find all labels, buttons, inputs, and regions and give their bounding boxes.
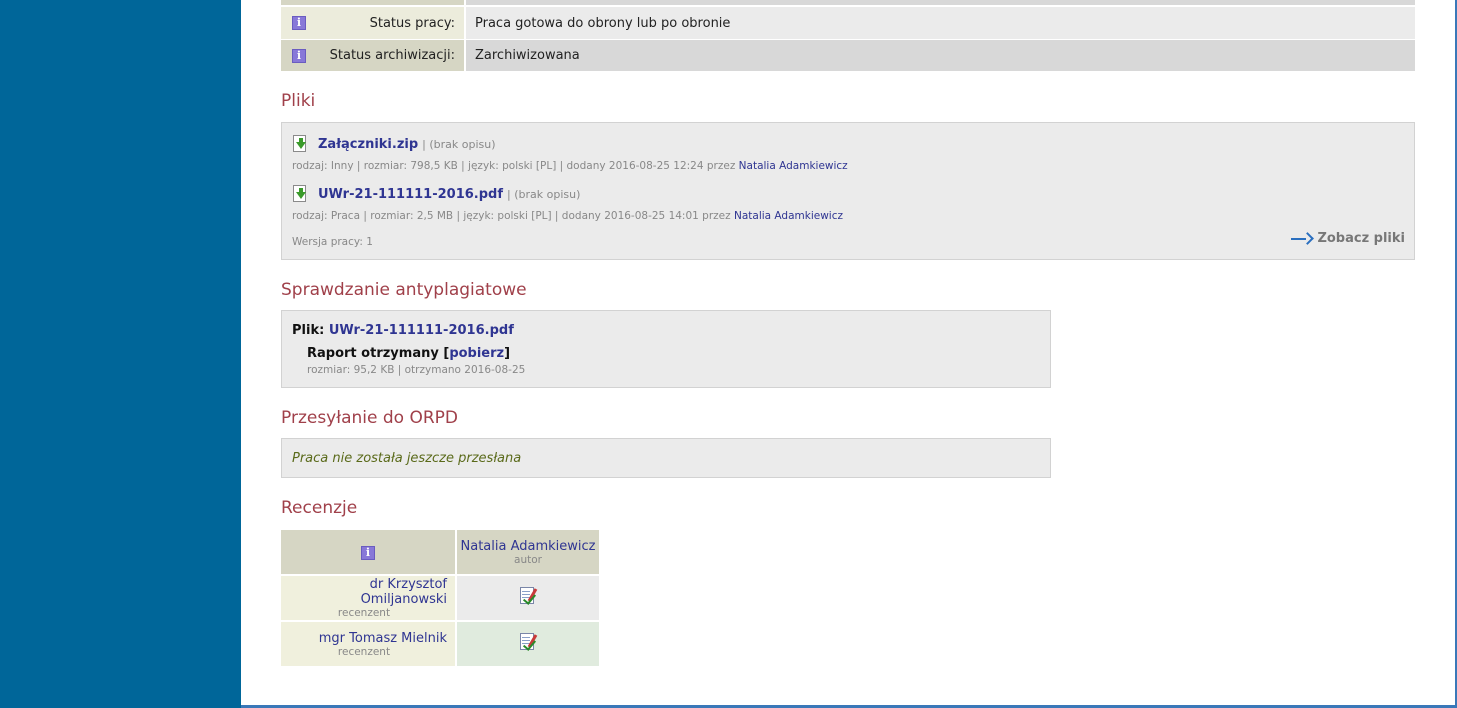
previous-row-stub	[281, 0, 1415, 5]
info-icon[interactable]: i	[361, 545, 375, 560]
orpd-message: Praca nie została jeszcze przesłana	[292, 451, 522, 466]
antiplagiarism-heading: Sprawdzanie antyplagiatowe	[281, 280, 527, 300]
antiplagiarism-file-link[interactable]: UWr-21-111111-2016.pdf	[329, 323, 514, 338]
status-row-work: i Status pracy: Praca gotowa do obrony l…	[281, 7, 1415, 39]
orpd-box: Praca nie została jeszcze przesłana	[281, 438, 1051, 478]
review-cell	[457, 576, 599, 620]
status-value: Zarchiwizowana	[466, 40, 1415, 71]
info-icon[interactable]: i	[292, 16, 306, 30]
status-label-cell: i Status pracy:	[281, 7, 466, 39]
file-meta-text: rodzaj: Praca | rozmiar: 2,5 MB | język:…	[292, 210, 731, 222]
status-value: Praca gotowa do obrony lub po obronie	[466, 7, 1415, 39]
file-author-link[interactable]: Natalia Adamkiewicz	[734, 210, 843, 222]
file-link[interactable]: Załączniki.zip	[318, 137, 418, 152]
file-description: | (brak opisu)	[507, 187, 581, 201]
reviewer-name-link[interactable]: mgr Tomasz Mielnik	[281, 631, 447, 646]
status-label: Status archiwizacji:	[329, 48, 455, 63]
file-meta-text: rodzaj: Inny | rozmiar: 798,5 KB | język…	[292, 160, 736, 172]
report-status: Raport otrzymany	[307, 346, 439, 361]
reviewer-name-link[interactable]: dr Krzysztof Omiljanowski	[281, 577, 447, 607]
file-author-link[interactable]: Natalia Adamkiewicz	[739, 160, 848, 172]
reviewer-cell: dr Krzysztof Omiljanowski recenzent	[281, 576, 455, 620]
reviews-heading: Recenzje	[281, 498, 358, 518]
author-role: autor	[514, 553, 542, 566]
file-description: | (brak opisu)	[422, 137, 496, 151]
file-meta: rodzaj: Inny | rozmiar: 798,5 KB | język…	[292, 160, 848, 172]
info-icon[interactable]: i	[292, 48, 306, 63]
author-name-link[interactable]: Natalia Adamkiewicz	[457, 539, 599, 554]
report-line: Raport otrzymany [pobierz]	[307, 346, 510, 361]
download-file-icon	[293, 135, 307, 153]
files-heading: Pliki	[281, 91, 316, 111]
review-document-icon[interactable]	[518, 632, 538, 652]
bracket-close: ]	[504, 346, 511, 361]
reviewer-row: mgr Tomasz Mielnik recenzent	[281, 622, 599, 666]
reviews-table: i Natalia Adamkiewicz autor dr Krzysztof…	[279, 528, 601, 668]
files-box: Załączniki.zip | (brak opisu) rodzaj: In…	[281, 122, 1415, 260]
file-label: Plik:	[292, 323, 325, 338]
arrow-right-icon	[1291, 231, 1315, 245]
file-meta: rodzaj: Praca | rozmiar: 2,5 MB | język:…	[292, 210, 843, 222]
see-files-link[interactable]: Zobacz pliki	[1291, 231, 1405, 246]
status-label: Status pracy:	[369, 15, 455, 31]
orpd-heading: Przesyłanie do ORPD	[281, 408, 458, 428]
reviews-header-corner: i	[281, 530, 455, 574]
author-header: Natalia Adamkiewicz autor	[457, 530, 599, 574]
reviewer-role: recenzent	[337, 607, 391, 619]
reviewer-cell: mgr Tomasz Mielnik recenzent	[281, 622, 455, 666]
download-file-icon	[293, 185, 307, 203]
download-report-link[interactable]: pobierz	[449, 346, 504, 361]
review-document-icon[interactable]	[518, 586, 538, 606]
reviewer-role: recenzent	[337, 645, 391, 658]
status-label-cell: i Status archiwizacji:	[281, 40, 466, 71]
see-files-label: Zobacz pliki	[1317, 231, 1405, 246]
report-meta: rozmiar: 95,2 KB | otrzymano 2016-08-25	[307, 364, 526, 376]
left-sidebar	[0, 0, 241, 708]
reviews-header-row: i Natalia Adamkiewicz autor	[281, 530, 599, 574]
status-row-archive: i Status archiwizacji: Zarchiwizowana	[281, 40, 1415, 71]
work-version: Wersja pracy: 1	[292, 236, 373, 248]
antiplagiarism-box: Plik: UWr-21-111111-2016.pdf Raport otrz…	[281, 310, 1051, 388]
file-link[interactable]: UWr-21-111111-2016.pdf	[318, 187, 503, 202]
file-item: Załączniki.zip | (brak opisu)	[293, 135, 496, 153]
reviewer-row: dr Krzysztof Omiljanowski recenzent	[281, 576, 599, 620]
review-cell	[457, 622, 599, 666]
file-item: UWr-21-111111-2016.pdf | (brak opisu)	[293, 185, 580, 203]
antiplagiarism-file: Plik: UWr-21-111111-2016.pdf	[292, 323, 514, 338]
